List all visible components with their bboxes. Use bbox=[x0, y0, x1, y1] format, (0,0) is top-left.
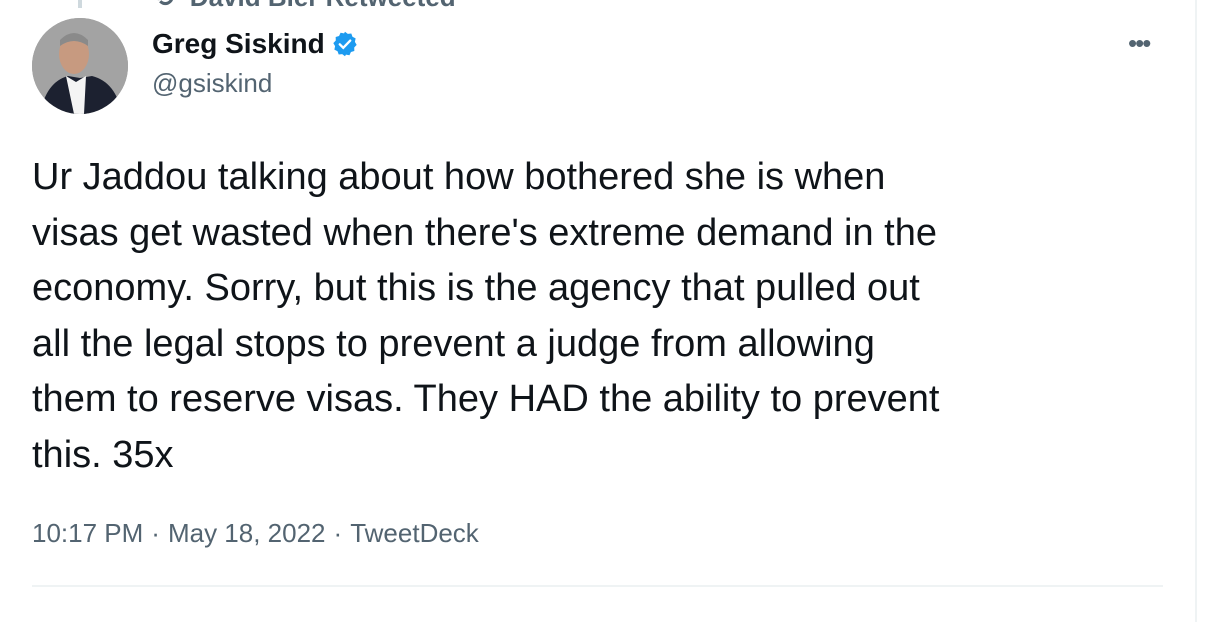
verified-badge-icon bbox=[333, 31, 357, 57]
column-border bbox=[1195, 0, 1197, 622]
tweet-source[interactable]: TweetDeck bbox=[350, 518, 479, 549]
more-options-icon[interactable]: ••• bbox=[1128, 28, 1151, 59]
tweet-date[interactable]: May 18, 2022 bbox=[168, 518, 326, 549]
tweet-time[interactable]: 10:17 PM bbox=[32, 518, 143, 549]
retweet-context: ⟲ David Bier Retweeted bbox=[152, 0, 456, 13]
meta-separator: · bbox=[333, 518, 343, 548]
divider bbox=[32, 585, 1163, 587]
meta-separator: · bbox=[151, 518, 160, 548]
author-handle[interactable]: @gsiskind bbox=[152, 68, 272, 99]
avatar[interactable] bbox=[32, 18, 128, 114]
thread-line bbox=[78, 0, 82, 8]
retweet-label[interactable]: David Bier Retweeted bbox=[190, 0, 456, 13]
retweet-icon: ⟲ bbox=[152, 0, 174, 13]
author-name[interactable]: Greg Siskind bbox=[152, 28, 359, 60]
avatar-photo bbox=[32, 18, 128, 114]
tweet-text: Ur Jaddou talking about how bothered she… bbox=[32, 156, 940, 476]
tweet-meta: 10:17 PM · May 18, 2022 · TweetDeck bbox=[32, 518, 479, 549]
